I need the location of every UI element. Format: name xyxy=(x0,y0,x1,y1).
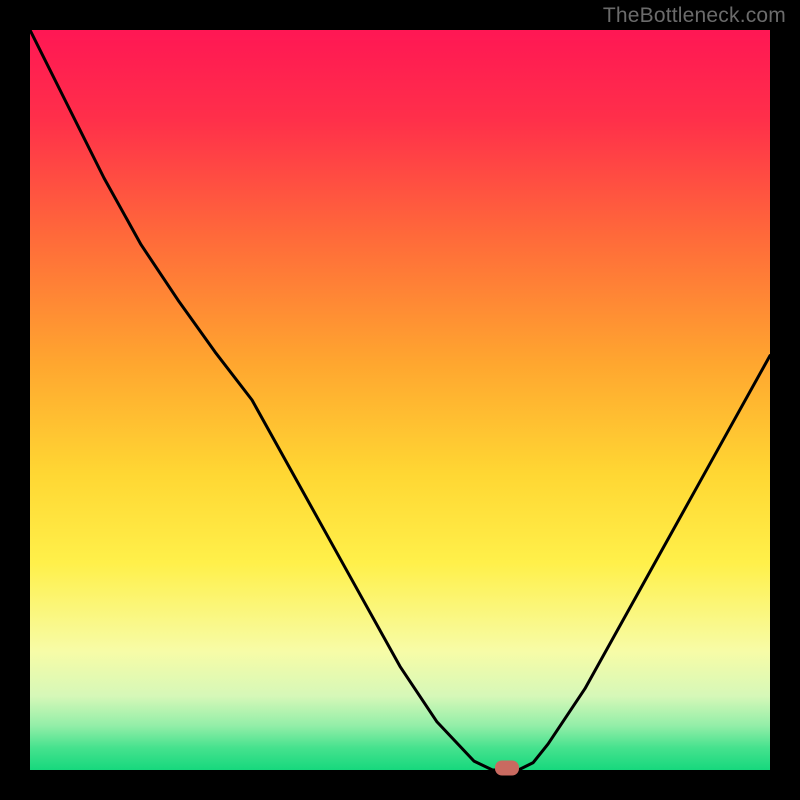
optimal-point-marker xyxy=(495,760,519,775)
chart-canvas xyxy=(30,30,770,770)
watermark-text: TheBottleneck.com xyxy=(603,4,786,28)
gradient-background xyxy=(30,30,770,770)
chart-svg xyxy=(30,30,770,770)
